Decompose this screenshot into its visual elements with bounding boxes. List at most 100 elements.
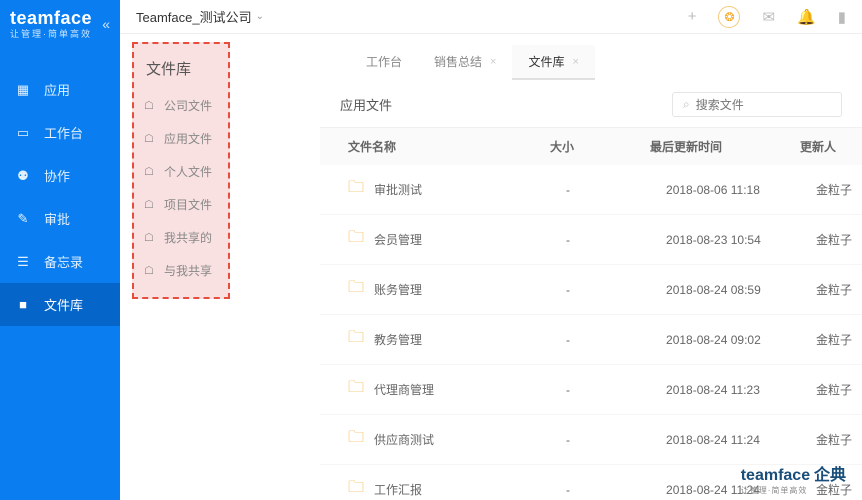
- nav-icon-apps: ▦: [14, 82, 32, 98]
- folder-icon: 🗀: [348, 326, 364, 353]
- file-time: 2018-08-06 11:18: [666, 183, 816, 197]
- file-user: 金粒子: [816, 231, 862, 248]
- table-row[interactable]: 🗀 会员管理 - 2018-08-23 10:54 金粒子: [320, 215, 862, 265]
- col-header-name: 文件名称: [320, 138, 550, 155]
- table-header: 文件名称 大小 最后更新时间 更新人: [320, 128, 862, 165]
- nav-icon-approve: ✎: [14, 211, 32, 227]
- nav-icon-desk: ▭: [14, 125, 32, 141]
- folder-icon: 🗀: [348, 276, 364, 303]
- file-size: -: [566, 433, 666, 447]
- file-name: 代理商管理: [374, 381, 566, 398]
- breadcrumb: 应用文件: [340, 95, 392, 114]
- file-user: 金粒子: [816, 431, 862, 448]
- sub-item-icon: ☖: [144, 231, 158, 244]
- tab-label: 文件库: [528, 53, 564, 70]
- logo-subtitle: 让管理·简单高效: [10, 27, 92, 40]
- file-name: 审批测试: [374, 181, 566, 198]
- nav-label: 备忘录: [44, 252, 83, 271]
- sub-item-label: 应用文件: [164, 130, 212, 147]
- tag-icon[interactable]: ❂: [718, 6, 740, 28]
- search-box[interactable]: ⌕: [672, 92, 842, 117]
- table-row[interactable]: 🗀 供应商测试 - 2018-08-24 11:24 金粒子: [320, 415, 862, 465]
- sub-item-4[interactable]: ☖ 我共享的: [134, 221, 228, 254]
- tab-close-icon[interactable]: ×: [572, 56, 578, 68]
- nav-item-5[interactable]: ■ 文件库: [0, 283, 120, 326]
- folder-icon: 🗀: [348, 426, 364, 453]
- sub-item-3[interactable]: ☖ 项目文件: [134, 188, 228, 221]
- file-name: 账务管理: [374, 281, 566, 298]
- sub-item-icon: ☖: [144, 99, 158, 112]
- col-header-size: 大小: [550, 138, 650, 155]
- folder-icon: 🗀: [348, 476, 364, 500]
- nav-icon-file: ■: [14, 297, 32, 312]
- file-size: -: [566, 183, 666, 197]
- add-icon[interactable]: +: [688, 8, 697, 25]
- file-name: 会员管理: [374, 231, 566, 248]
- collapse-icon[interactable]: «: [102, 16, 110, 32]
- footer-sub: 让管理·简单高效: [741, 485, 846, 496]
- nav-item-3[interactable]: ✎审批: [0, 197, 120, 240]
- file-user: 金粒子: [816, 331, 862, 348]
- file-name: 供应商测试: [374, 431, 566, 448]
- table-row[interactable]: 🗀 教务管理 - 2018-08-24 09:02 金粒子: [320, 315, 862, 365]
- sub-item-icon: ☖: [144, 165, 158, 178]
- breadcrumb-row: 应用文件 ⌕: [320, 82, 862, 128]
- file-size: -: [566, 233, 666, 247]
- file-time: 2018-08-24 11:24: [666, 433, 816, 447]
- folder-icon: 🗀: [348, 376, 364, 403]
- main-sidebar: teamface 让管理·简单高效 « ▦应用▭工作台⚉协作✎审批☰备忘录■文件…: [0, 0, 120, 500]
- folder-icon: 🗀: [348, 226, 364, 253]
- file-time: 2018-08-23 10:54: [666, 233, 816, 247]
- book-icon[interactable]: ▮: [838, 8, 846, 26]
- sub-sidebar: 文件库 ☖ 公司文件 ☖ 应用文件 ☖ 个人文件 ☖ 项目文件 ☖ 我共享的 ☖与我共享: [132, 42, 230, 299]
- nav-item-2[interactable]: ⚉ 协作: [0, 154, 120, 197]
- bell-icon[interactable]: 🔔: [797, 8, 816, 26]
- footer-logo: teamface 企典 让管理·简单高效: [741, 461, 846, 496]
- top-bar: Teamface_测试公司 ⌄ + ❂ ✉ 🔔 ▮: [120, 0, 862, 34]
- mail-icon[interactable]: ✉: [762, 8, 775, 26]
- tab-1[interactable]: 销售总结 ×: [418, 45, 512, 80]
- sub-item-label: 项目文件: [164, 196, 212, 213]
- sub-item-0[interactable]: ☖ 公司文件: [134, 89, 228, 122]
- nav-label: 应用: [44, 80, 70, 99]
- file-time: 2018-08-24 11:23: [666, 383, 816, 397]
- tab-bar: 工作台销售总结 × 文件库 ×: [320, 40, 862, 80]
- nav-icon-memo: ☰: [14, 254, 32, 270]
- search-input[interactable]: [696, 98, 826, 112]
- sub-item-2[interactable]: ☖ 个人文件: [134, 155, 228, 188]
- sub-item-5[interactable]: ☖与我共享: [134, 254, 228, 287]
- table-row[interactable]: 🗀 代理商管理 - 2018-08-24 11:23 金粒子: [320, 365, 862, 415]
- nav-label: 文件库: [44, 295, 83, 314]
- company-selector[interactable]: Teamface_测试公司 ⌄: [136, 7, 264, 26]
- file-size: -: [566, 483, 666, 497]
- sub-item-icon: ☖: [144, 132, 158, 145]
- tab-0[interactable]: 工作台: [350, 45, 418, 80]
- tab-2[interactable]: 文件库 ×: [512, 45, 594, 80]
- nav-item-0[interactable]: ▦ 应用: [0, 68, 120, 111]
- col-header-time: 最后更新时间: [650, 138, 800, 155]
- sub-item-label: 我共享的: [164, 229, 212, 246]
- nav-icon-collab: ⚉: [14, 168, 32, 184]
- nav-label: 协作: [44, 166, 70, 185]
- footer-brand: teamface: [741, 467, 810, 484]
- chevron-down-icon: ⌄: [256, 11, 264, 22]
- file-name: 教务管理: [374, 331, 566, 348]
- sub-item-icon: ☖: [144, 198, 158, 211]
- file-time: 2018-08-24 08:59: [666, 283, 816, 297]
- sub-item-label: 公司文件: [164, 97, 212, 114]
- sub-item-label: 个人文件: [164, 163, 212, 180]
- company-name: Teamface_测试公司: [136, 7, 252, 26]
- file-time: 2018-08-24 09:02: [666, 333, 816, 347]
- file-size: -: [566, 283, 666, 297]
- file-table: 文件名称 大小 最后更新时间 更新人 🗀 审批测试 - 2018-08-06 1…: [320, 128, 862, 500]
- tab-label: 销售总结: [434, 53, 482, 70]
- sub-sidebar-title: 文件库: [134, 52, 228, 89]
- table-row[interactable]: 🗀 账务管理 - 2018-08-24 08:59 金粒子: [320, 265, 862, 315]
- tab-close-icon[interactable]: ×: [490, 56, 496, 68]
- table-row[interactable]: 🗀 审批测试 - 2018-08-06 11:18 金粒子: [320, 165, 862, 215]
- file-size: -: [566, 383, 666, 397]
- sub-item-1[interactable]: ☖ 应用文件: [134, 122, 228, 155]
- nav-item-4[interactable]: ☰ 备忘录: [0, 240, 120, 283]
- main-nav-list: ▦ 应用 ▭工作台 ⚉ 协作 ✎审批 ☰ 备忘录 ■ 文件库: [0, 68, 120, 326]
- nav-item-1[interactable]: ▭工作台: [0, 111, 120, 154]
